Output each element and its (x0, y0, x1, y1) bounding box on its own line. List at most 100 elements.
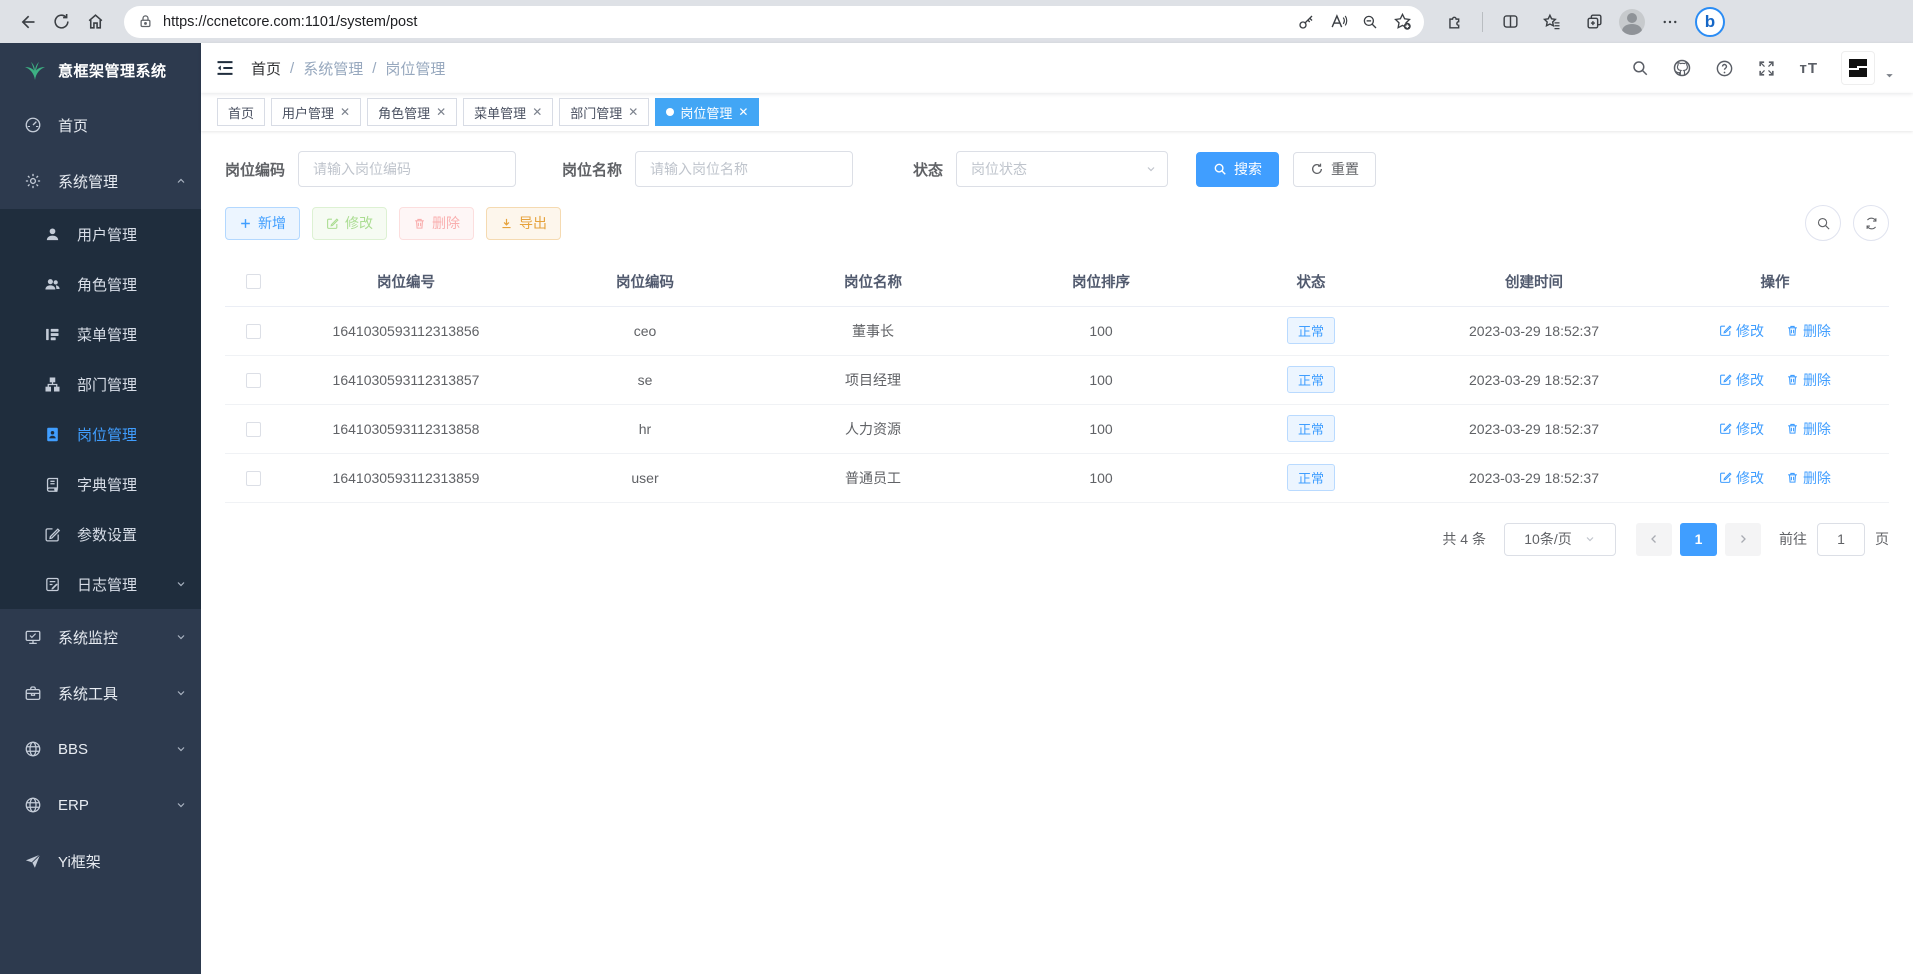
bing-chat-icon[interactable]: b (1695, 7, 1725, 37)
sidebar-item-param-settings[interactable]: 参数设置 (0, 509, 201, 559)
search-button[interactable]: 搜索 (1196, 152, 1279, 187)
read-aloud-icon[interactable] (1322, 8, 1354, 36)
tag-role-management[interactable]: 角色管理 ✕ (367, 98, 457, 126)
row-delete-button[interactable]: 删除 (1786, 370, 1831, 390)
row-edit-button[interactable]: 修改 (1719, 468, 1764, 488)
cell-created: 2023-03-29 18:52:37 (1407, 453, 1661, 502)
export-button[interactable]: 导出 (486, 207, 561, 240)
sidebar-item-dict-management[interactable]: 字典管理 (0, 459, 201, 509)
tag-dept-management[interactable]: 部门管理 ✕ (559, 98, 649, 126)
app-logo[interactable]: 意框架管理系统 (0, 43, 201, 97)
add-button[interactable]: 新增 (225, 207, 300, 240)
delete-button[interactable]: 删除 (399, 207, 474, 240)
monitor-icon (24, 628, 42, 646)
cell-post-code: se (531, 355, 759, 404)
font-size-icon[interactable]: тT (1799, 60, 1818, 77)
sidebar-item-dept-management[interactable]: 部门管理 (0, 359, 201, 409)
sidebar-item-role-management[interactable]: 角色管理 (0, 259, 201, 309)
address-bar[interactable]: https://ccnetcore.com:1101/system/post (124, 6, 1424, 38)
tag-home[interactable]: 首页 (217, 98, 265, 126)
table-row[interactable]: 1641030593112313857 se 项目经理 100 正常 2023-… (225, 355, 1889, 404)
trash-icon (413, 217, 426, 230)
cell-post-name: 人力资源 (759, 404, 987, 453)
row-checkbox[interactable] (246, 471, 261, 486)
user-avatar[interactable] (1841, 51, 1875, 85)
sidebar-item-label: ERP (58, 797, 159, 814)
post-code-input[interactable] (298, 151, 516, 187)
sidebar-item-yi-framework[interactable]: Yi框架 (0, 833, 201, 889)
reset-button[interactable]: 重置 (1293, 152, 1376, 187)
sidebar-item-user-management[interactable]: 用户管理 (0, 209, 201, 259)
browser-profile-avatar[interactable] (1619, 9, 1645, 35)
chevron-down-icon (1584, 533, 1596, 545)
row-delete-button[interactable]: 删除 (1786, 468, 1831, 488)
close-icon[interactable]: ✕ (628, 105, 638, 119)
sidebar-item-home[interactable]: 首页 (0, 97, 201, 153)
page-size-select[interactable]: 10条/页 (1504, 523, 1616, 556)
cell-post-id: 1641030593112313856 (281, 306, 531, 355)
tag-post-management[interactable]: 岗位管理 ✕ (655, 98, 759, 126)
sidebar-item-bbs[interactable]: BBS (0, 721, 201, 777)
sidebar-item-menu-management[interactable]: 菜单管理 (0, 309, 201, 359)
sidebar-item-system-monitor[interactable]: 系统监控 (0, 609, 201, 665)
tag-label: 用户管理 (282, 103, 334, 122)
table-row[interactable]: 1641030593112313858 hr 人力资源 100 正常 2023-… (225, 404, 1889, 453)
breadcrumb-system[interactable]: 系统管理 (303, 58, 363, 79)
page-number-button[interactable]: 1 (1680, 523, 1717, 556)
back-icon[interactable] (10, 5, 44, 39)
split-screen-icon[interactable] (1493, 5, 1527, 39)
goto-page-input[interactable] (1817, 523, 1865, 556)
row-checkbox[interactable] (246, 373, 261, 388)
collections-icon[interactable] (1577, 5, 1611, 39)
search-icon[interactable] (1631, 59, 1649, 77)
chevron-down-icon[interactable] (1884, 70, 1895, 81)
refresh-icon[interactable] (44, 5, 78, 39)
row-edit-button[interactable]: 修改 (1719, 321, 1764, 341)
row-edit-button[interactable]: 修改 (1719, 370, 1764, 390)
close-icon[interactable]: ✕ (340, 105, 350, 119)
select-all-checkbox[interactable] (246, 274, 261, 289)
url-text[interactable]: https://ccnetcore.com:1101/system/post (163, 14, 1290, 30)
table-row[interactable]: 1641030593112313859 user 普通员工 100 正常 202… (225, 453, 1889, 502)
row-delete-button[interactable]: 删除 (1786, 419, 1831, 439)
pencil-square-icon (44, 526, 61, 543)
sidebar-item-log-management[interactable]: 日志管理 (0, 559, 201, 609)
fullscreen-icon[interactable] (1757, 59, 1776, 78)
sidebar-item-post-management[interactable]: 岗位管理 (0, 409, 201, 459)
row-edit-button[interactable]: 修改 (1719, 419, 1764, 439)
next-page-button[interactable] (1725, 523, 1761, 556)
row-checkbox[interactable] (246, 324, 261, 339)
close-icon[interactable]: ✕ (532, 105, 542, 119)
row-delete-button[interactable]: 删除 (1786, 321, 1831, 341)
pagination-total: 共 4 条 (1442, 529, 1486, 549)
table-row[interactable]: 1641030593112313856 ceo 董事长 100 正常 2023-… (225, 306, 1889, 355)
sidebar-item-erp[interactable]: ERP (0, 777, 201, 833)
column-header-post-name: 岗位名称 (759, 257, 987, 306)
prev-page-button[interactable] (1636, 523, 1672, 556)
favorite-add-star-icon[interactable] (1386, 8, 1418, 36)
help-icon[interactable] (1715, 59, 1734, 78)
toggle-search-button[interactable] (1805, 205, 1841, 241)
post-table: 岗位编号 岗位编码 岗位名称 岗位排序 状态 创建时间 操作 164103059… (225, 257, 1889, 503)
github-icon[interactable] (1672, 58, 1692, 78)
home-icon[interactable] (78, 5, 112, 39)
tag-user-management[interactable]: 用户管理 ✕ (271, 98, 361, 126)
post-code-label: 岗位编码 (225, 159, 285, 180)
sidebar-collapse-icon[interactable] (215, 58, 235, 78)
row-checkbox[interactable] (246, 422, 261, 437)
close-icon[interactable]: ✕ (738, 105, 748, 119)
sidebar-item-system-tools[interactable]: 系统工具 (0, 665, 201, 721)
tag-menu-management[interactable]: 菜单管理 ✕ (463, 98, 553, 126)
password-key-icon[interactable] (1290, 8, 1322, 36)
extensions-puzzle-icon[interactable] (1438, 5, 1472, 39)
more-menu-icon[interactable] (1653, 5, 1687, 39)
zoom-out-icon[interactable] (1354, 8, 1386, 36)
favorites-bar-icon[interactable] (1535, 5, 1569, 39)
edit-button[interactable]: 修改 (312, 207, 387, 240)
refresh-table-button[interactable] (1853, 205, 1889, 241)
sidebar-item-system-management[interactable]: 系统管理 (0, 153, 201, 209)
status-select[interactable]: 岗位状态 (956, 151, 1168, 187)
post-name-input[interactable] (635, 151, 853, 187)
close-icon[interactable]: ✕ (436, 105, 446, 119)
breadcrumb-home[interactable]: 首页 (251, 58, 281, 79)
